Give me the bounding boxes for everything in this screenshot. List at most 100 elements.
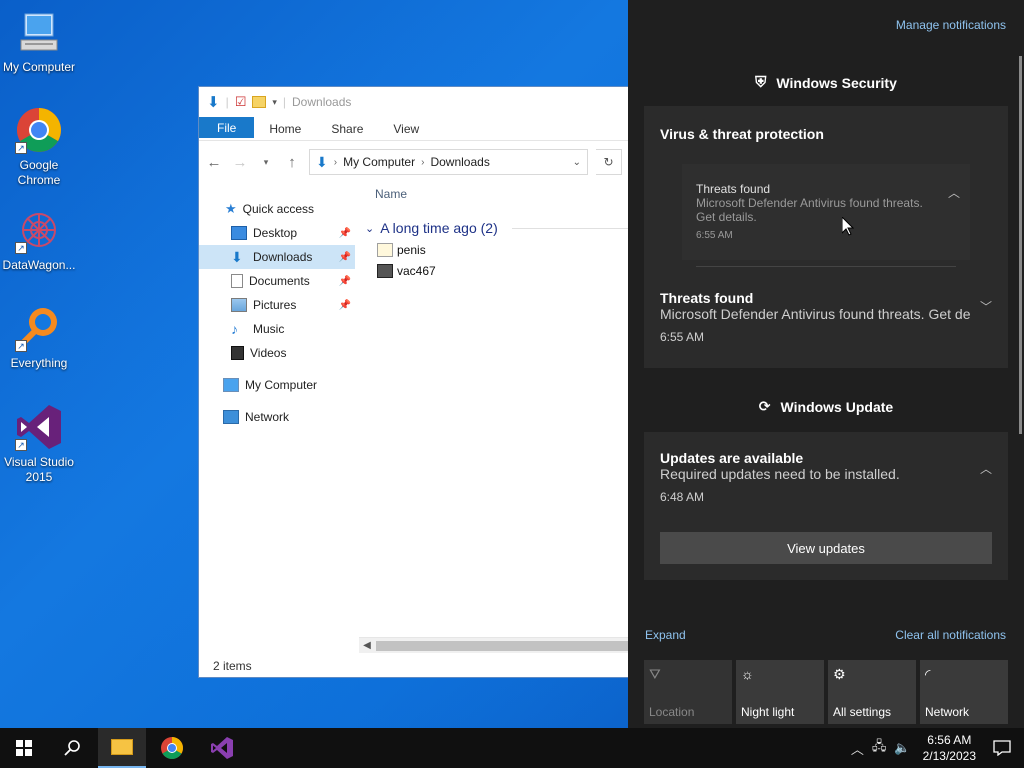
nav-my-computer[interactable]: My Computer — [199, 373, 355, 397]
collapse-chevron-icon: ⌄ — [365, 222, 375, 235]
app-header-windows-update[interactable]: ⟳ Windows Update — [628, 398, 1024, 415]
shortcut-arrow-icon: ↗ — [15, 439, 27, 451]
tab-home[interactable]: Home — [254, 117, 316, 140]
properties-icon[interactable]: ☑ — [235, 94, 247, 110]
navigation-bar: ← → ▾ ↑ ⬇ › My Computer › Downloads ⌄ ↻ — [199, 141, 628, 183]
nav-label: Network — [245, 410, 290, 424]
taskbar-visual-studio[interactable] — [198, 728, 246, 768]
group-divider — [511, 227, 628, 229]
group-label: A long time ago (2) — [380, 220, 498, 236]
up-arrow-icon[interactable]: ↑ — [283, 154, 301, 171]
network-status-icon[interactable]: 🖧 — [872, 737, 887, 759]
quick-action-night-light[interactable]: ☼ Night light — [736, 660, 824, 724]
desktop-icon-everything[interactable]: ↗ Everything — [0, 304, 78, 371]
taskbar-file-explorer[interactable] — [98, 728, 146, 768]
desktop-icon-visual-studio[interactable]: ↗ Visual Studio 2015 — [0, 403, 78, 485]
view-updates-button[interactable]: View updates — [660, 532, 992, 564]
nav-quick-access[interactable]: ★ Quick access — [199, 197, 355, 221]
tab-view[interactable]: View — [378, 117, 434, 140]
documents-icon — [231, 274, 243, 288]
quick-action-network[interactable]: ◜ Network — [920, 660, 1008, 724]
breadcrumb-downloads[interactable]: Downloads — [430, 155, 489, 169]
update-icon: ⟳ — [758, 398, 771, 414]
collapse-chevron-icon[interactable]: ︿ — [948, 184, 960, 201]
pin-icon[interactable]: 📌 — [339, 252, 351, 263]
windows-logo-icon — [16, 740, 32, 756]
file-explorer-window: ⬇ | ☑ ▾ | Downloads File Home Share View… — [198, 86, 628, 678]
app-header-windows-security[interactable]: ⛨ Windows Security — [628, 74, 1024, 91]
desktop-icon-label: Visual Studio 2015 — [4, 455, 74, 484]
nav-network[interactable]: Network — [199, 405, 355, 429]
column-header-name[interactable]: Name — [361, 187, 628, 207]
address-bar[interactable]: ⬇ › My Computer › Downloads ⌄ — [309, 149, 588, 175]
refresh-icon[interactable]: ↻ — [596, 149, 622, 175]
desktop-icon-label: Everything — [10, 356, 68, 370]
scroll-left-icon[interactable]: ◀ — [359, 638, 375, 654]
clock-date: 2/13/2023 — [922, 749, 976, 763]
update-notification-card[interactable]: Updates are available Required updates n… — [644, 432, 1008, 580]
notification-time: 6:48 AM — [660, 490, 705, 504]
list-item[interactable]: penis — [361, 239, 628, 260]
taskbar: ︿ 🖧 🔈 6:56 AM 2/13/2023 — [0, 728, 1024, 768]
visual-studio-icon — [211, 737, 233, 759]
downloads-location-icon: ⬇ — [316, 153, 328, 170]
tab-share[interactable]: Share — [316, 117, 378, 140]
show-hidden-icons-chevron-icon[interactable]: ︿ — [851, 739, 864, 758]
desktop-icon-chrome[interactable]: ↗ Google Chrome — [0, 106, 78, 188]
expand-chevron-icon[interactable]: ﹀ — [980, 298, 992, 315]
nav-label: My Computer — [245, 378, 318, 392]
nav-downloads[interactable]: ⬇ Downloads 📌 — [199, 245, 355, 269]
horizontal-scrollbar[interactable]: ◀ — [359, 637, 628, 653]
list-item[interactable]: vac467 — [361, 260, 628, 281]
pin-icon[interactable]: 📌 — [339, 228, 351, 239]
forward-arrow-icon[interactable]: → — [231, 154, 249, 171]
address-dropdown-icon[interactable]: ⌄ — [573, 157, 581, 168]
quick-action-location[interactable]: ⛛ Location — [644, 660, 732, 724]
security-notification-group[interactable]: Virus & threat protection Threats found … — [644, 106, 1008, 368]
pin-icon[interactable]: 📌 — [339, 300, 351, 311]
notification-title: Updates are available — [660, 450, 804, 466]
explorer-titlebar: ⬇ | ☑ ▾ | Downloads — [207, 94, 352, 111]
notification-card[interactable]: Threats found Microsoft Defender Antivir… — [660, 290, 970, 344]
window-title: Downloads — [292, 95, 352, 109]
nav-desktop[interactable]: Desktop 📌 — [199, 221, 355, 245]
desktop-icon-my-computer[interactable]: My Computer — [0, 8, 78, 75]
nav-pictures[interactable]: Pictures 📌 — [199, 293, 355, 317]
star-icon: ★ — [225, 201, 237, 216]
scrollbar-thumb[interactable] — [376, 641, 628, 651]
expand-link[interactable]: Expand — [645, 628, 686, 642]
volume-icon[interactable]: 🔈 — [894, 740, 910, 756]
download-arrow-icon: ⬇ — [207, 94, 220, 111]
action-center-scrollbar[interactable] — [1019, 56, 1022, 434]
quick-access-toolbar-dropdown-icon[interactable]: ▾ — [272, 97, 277, 108]
action-center-button[interactable] — [980, 728, 1024, 768]
nav-label: Downloads — [253, 250, 313, 264]
quick-action-all-settings[interactable]: ⚙ All settings — [828, 660, 916, 724]
quick-action-label: All settings — [833, 705, 892, 719]
taskbar-chrome[interactable] — [148, 728, 196, 768]
pin-icon[interactable]: 📌 — [339, 276, 351, 287]
search-icon — [64, 740, 80, 756]
breadcrumb-my-computer[interactable]: My Computer — [343, 155, 415, 169]
group-header[interactable]: ⌄ A long time ago (2) — [361, 217, 628, 239]
taskbar-clock[interactable]: 6:56 AM 2/13/2023 — [923, 732, 976, 764]
clear-all-notifications-link[interactable]: Clear all notifications — [895, 628, 1006, 642]
nav-documents[interactable]: Documents 📌 — [199, 269, 355, 293]
nav-label: Documents — [249, 274, 310, 288]
mouse-cursor-icon — [841, 215, 855, 239]
nav-videos[interactable]: Videos — [199, 341, 355, 365]
new-folder-icon[interactable] — [252, 96, 267, 108]
start-button[interactable] — [0, 728, 48, 768]
manage-notifications-link[interactable]: Manage notifications — [896, 18, 1006, 32]
back-arrow-icon[interactable]: ← — [205, 154, 223, 171]
divider — [696, 266, 956, 267]
quick-action-label: Location — [649, 705, 695, 719]
desktop-icon-datawagon[interactable]: ↗ DataWagon... — [0, 206, 78, 273]
notification-time: 6:55 AM — [660, 330, 705, 344]
search-button[interactable] — [48, 728, 96, 768]
recent-locations-chevron-icon[interactable]: ▾ — [257, 157, 275, 168]
nav-music[interactable]: ♪ Music — [199, 317, 355, 341]
notification-card-collapsed[interactable]: Threats found Microsoft Defender Antivir… — [682, 164, 970, 260]
tab-file[interactable]: File — [199, 117, 255, 138]
collapse-chevron-icon[interactable]: ︿ — [980, 460, 992, 477]
